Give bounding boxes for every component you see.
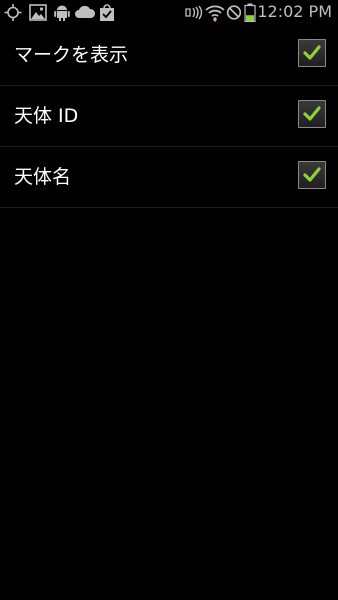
setting-row-object-name[interactable]: 天体名 xyxy=(0,147,338,208)
status-time: 12:02 PM xyxy=(257,2,332,21)
battery-icon xyxy=(244,3,256,22)
android-icon xyxy=(54,5,70,21)
gps-icon xyxy=(4,4,22,21)
silent-icon xyxy=(226,5,242,20)
setting-row-show-marks[interactable]: マークを表示 xyxy=(0,25,338,86)
settings-list: マークを表示 天体 ID 天体名 xyxy=(0,25,338,208)
object-name-checkbox[interactable] xyxy=(298,161,326,189)
wifi-icon xyxy=(205,5,225,22)
status-bar: 12:02 PM xyxy=(0,0,338,25)
checkmark-icon xyxy=(303,45,321,60)
nfc-icon xyxy=(185,5,203,20)
cloud-icon xyxy=(75,5,96,18)
setting-label-object-id: 天体 ID xyxy=(14,105,79,127)
checkmark-icon xyxy=(303,106,321,121)
setting-label-object-name: 天体名 xyxy=(14,166,72,188)
checkmark-icon xyxy=(303,167,321,182)
shopping-bag-icon xyxy=(100,4,114,21)
setting-row-object-id[interactable]: 天体 ID xyxy=(0,86,338,147)
show-marks-checkbox[interactable] xyxy=(298,39,326,67)
setting-label-show-marks: マークを表示 xyxy=(14,44,129,66)
object-id-checkbox[interactable] xyxy=(298,100,326,128)
gallery-icon xyxy=(29,4,47,21)
